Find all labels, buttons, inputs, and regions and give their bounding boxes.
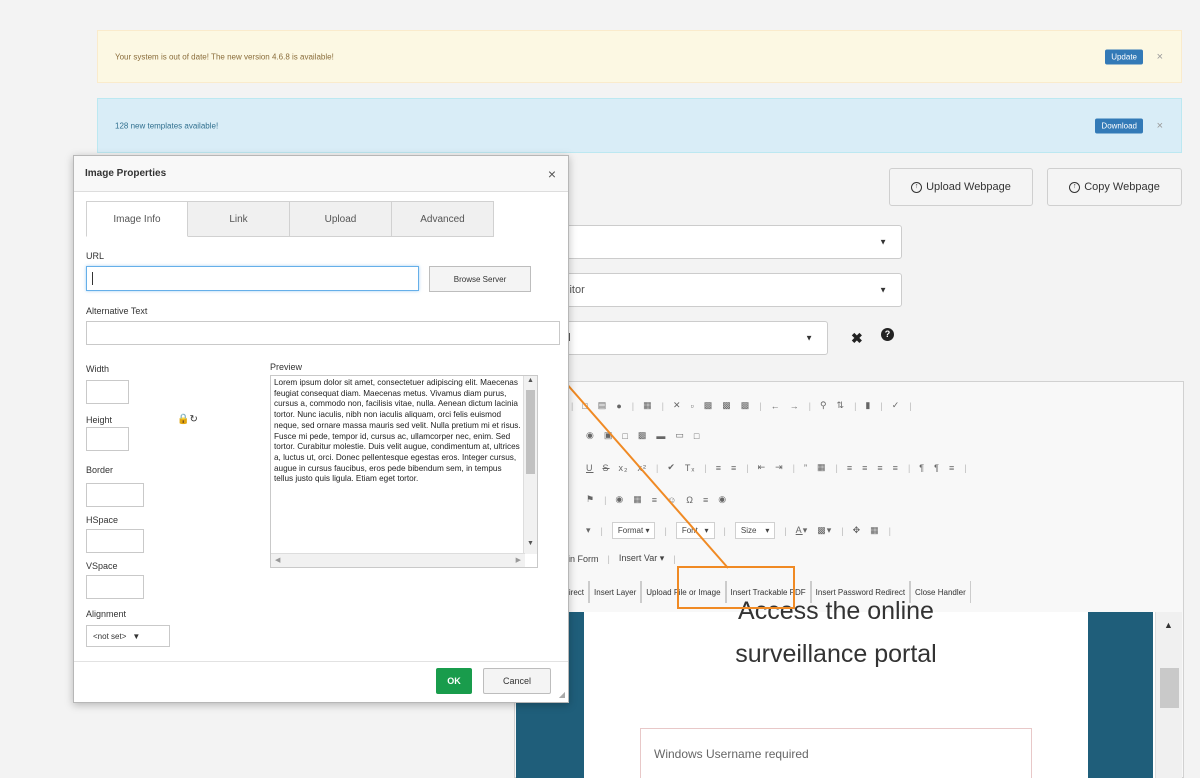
- height-label: Height: [86, 415, 113, 425]
- ok-button[interactable]: OK: [436, 668, 472, 694]
- preview-h-scrollbar[interactable]: ◀ ▶: [271, 553, 525, 567]
- tab-link[interactable]: Link: [188, 201, 290, 237]
- hspace-input[interactable]: [86, 529, 144, 553]
- border-label: Border: [86, 465, 114, 475]
- image-preview[interactable]: Lorem ipsum dolor sit amet, consectetuer…: [270, 375, 538, 568]
- width-label: Width: [86, 364, 110, 374]
- url-label: URL: [86, 251, 105, 261]
- hspace-label: HSpace: [86, 515, 119, 525]
- image-properties-dialog: Image Properties × Image Info Link Uploa…: [73, 155, 569, 703]
- alt-text-input[interactable]: [86, 321, 560, 345]
- scroll-up-icon[interactable]: ▲: [527, 377, 534, 384]
- text-cursor: [92, 272, 93, 285]
- dialog-tabs: Image Info Link Upload Advanced: [86, 201, 494, 237]
- tab-image-info[interactable]: Image Info: [86, 201, 188, 237]
- tab-advanced[interactable]: Advanced: [392, 201, 494, 237]
- tab-divider: [188, 236, 491, 237]
- preview-label: Preview: [270, 362, 303, 372]
- preview-text: Lorem ipsum dolor sit amet, consectetuer…: [274, 378, 521, 484]
- border-input[interactable]: [86, 483, 144, 507]
- browse-server-button[interactable]: Browse Server: [429, 266, 531, 292]
- scroll-thumb[interactable]: [526, 390, 535, 474]
- tab-upload[interactable]: Upload: [290, 201, 392, 237]
- dialog-header: Image Properties ×: [74, 156, 568, 192]
- alignment-select[interactable]: <not set> ▼: [86, 625, 170, 647]
- width-input[interactable]: [86, 380, 129, 404]
- vspace-input[interactable]: [86, 575, 144, 599]
- scroll-right-icon[interactable]: ▶: [516, 556, 521, 564]
- close-icon[interactable]: ×: [548, 166, 556, 182]
- preview-scrollbar[interactable]: ▲ ▼: [523, 376, 537, 554]
- alignment-label: Alignment: [86, 609, 127, 619]
- resize-handle-icon[interactable]: ◢: [559, 690, 565, 699]
- chevron-down-icon: ▼: [132, 631, 141, 641]
- url-input[interactable]: [86, 266, 419, 291]
- height-input[interactable]: [86, 427, 129, 451]
- vspace-label: VSpace: [86, 561, 118, 571]
- scroll-down-icon[interactable]: ▼: [527, 540, 534, 547]
- dialog-title: Image Properties: [85, 168, 167, 179]
- alt-text-label: Alternative Text: [86, 306, 148, 316]
- dialog-footer-divider: [74, 661, 568, 662]
- lock-ratio-icon[interactable]: 🔒↻: [177, 414, 198, 425]
- cancel-button[interactable]: Cancel: [483, 668, 551, 694]
- alignment-value: <not set>: [93, 631, 127, 641]
- scroll-left-icon[interactable]: ◀: [275, 556, 280, 564]
